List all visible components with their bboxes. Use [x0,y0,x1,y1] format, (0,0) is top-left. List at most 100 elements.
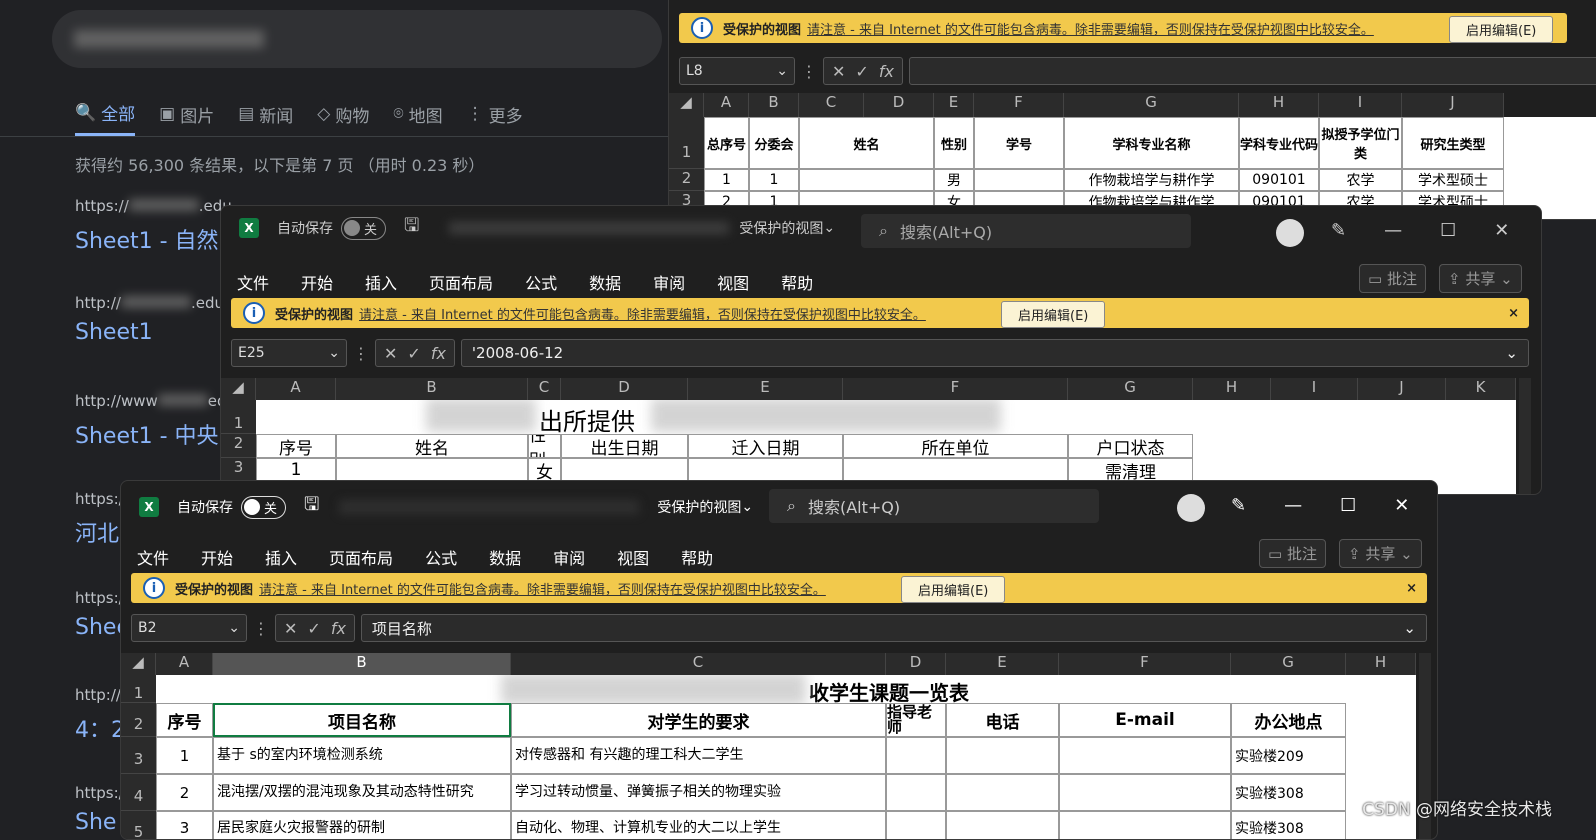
search-input[interactable]: ⌕ 搜索(Alt+Q) [769,489,1099,523]
column-header[interactable]: A [256,378,336,400]
column-header[interactable]: J [1358,378,1446,400]
row-header[interactable]: 1 [221,400,256,434]
column-header[interactable]: I [1271,378,1358,400]
menu-review[interactable]: 审阅 [637,270,701,294]
maximize-icon[interactable]: ☐ [1340,495,1356,516]
result-title[interactable]: 4：2 [75,712,125,744]
pen-icon[interactable]: ✎ [1331,220,1346,241]
search-input[interactable]: ⌕ 搜索(Alt+Q) [861,214,1191,248]
formula-input[interactable]: 项目名称 ⌄ [360,614,1427,642]
tab-images[interactable]: ▣ 图片 [159,100,214,136]
close-icon[interactable]: ✕ [1494,220,1509,241]
menu-review[interactable]: 审阅 [537,545,601,569]
column-header[interactable]: D [864,93,934,117]
menu-insert[interactable]: 插入 [349,270,413,294]
check-icon[interactable]: ✓ [307,619,320,638]
maximize-icon[interactable]: ☐ [1440,220,1456,241]
check-icon[interactable]: ✓ [855,62,868,81]
result-3[interactable]: http://wwwedu. Sheet1 - 中央 [75,392,241,450]
column-header[interactable]: H [1193,378,1271,400]
comment-button[interactable]: ▭ 批注 [1259,539,1326,568]
column-header[interactable]: K [1446,378,1516,400]
close-icon[interactable]: × [1508,306,1519,321]
cancel-icon[interactable]: ✕ [384,344,397,363]
menu-layout[interactable]: 页面布局 [413,270,509,294]
column-header[interactable]: F [1059,653,1231,675]
column-header[interactable]: A [704,93,749,117]
menu-data[interactable]: 数据 [573,270,637,294]
autosave-toggle[interactable]: 关 [241,495,287,519]
avatar[interactable] [1177,494,1205,522]
vertical-scrollbar[interactable] [1519,378,1531,494]
column-header[interactable]: B [213,653,511,675]
fx-icon[interactable]: fx [431,344,446,363]
menu-help[interactable]: 帮助 [665,545,729,569]
formula-input[interactable]: '2008-06-12 ⌄ [460,339,1529,367]
column-header[interactable]: C [799,93,864,117]
avatar[interactable] [1276,219,1304,247]
column-header[interactable]: F [843,378,1068,400]
result-2[interactable]: http://.edu. Sheet1 [75,294,229,345]
menu-formulas[interactable]: 公式 [409,545,473,569]
result-title[interactable]: Sheet1 - 中央 [75,418,241,450]
row-header[interactable]: 4 [121,774,156,811]
column-header[interactable]: G [1064,93,1239,117]
search-box[interactable] [52,10,662,68]
column-header[interactable]: A [156,653,213,675]
column-header[interactable]: F [974,93,1064,117]
column-header[interactable]: G [1231,653,1346,675]
select-all[interactable]: ◢ [121,653,156,675]
row-header[interactable]: 3 [121,737,156,774]
name-box[interactable]: L8 ⌄ [679,57,795,85]
menu-file[interactable]: 文件 [221,270,285,294]
row-header[interactable]: 2 [669,169,704,191]
pen-icon[interactable]: ✎ [1231,495,1246,516]
enable-editing-button[interactable]: 启用编辑(E) [901,576,1006,603]
share-button[interactable]: ⇪ 共享 ⌄ [1439,264,1522,293]
check-icon[interactable]: ✓ [407,344,420,363]
menu-formulas[interactable]: 公式 [509,270,573,294]
row-header[interactable]: 1 [669,117,704,169]
tab-shopping[interactable]: ◇ 购物 [317,100,369,136]
column-header[interactable]: C [511,653,886,675]
close-icon[interactable]: × [1406,581,1417,596]
tab-news[interactable]: ▤ 新闻 [238,100,293,136]
result-6[interactable]: http:// 4：2 [75,686,125,744]
select-all[interactable]: ◢ [669,93,704,117]
result-title[interactable]: Sheet1 [75,320,229,345]
result-title[interactable]: Sheet1 - 自然 [75,223,232,255]
column-header[interactable]: E [946,653,1059,675]
column-header[interactable]: J [1402,93,1504,117]
minimize-icon[interactable]: — [1284,495,1302,516]
select-all[interactable]: ◢ [221,378,256,400]
comment-button[interactable]: ▭ 批注 [1359,264,1426,293]
column-header[interactable]: E [688,378,843,400]
menu-help[interactable]: 帮助 [765,270,829,294]
save-icon[interactable]: 🖫 [404,213,419,243]
enable-editing-button[interactable]: 启用编辑(E) [1449,16,1554,43]
column-header[interactable]: G [1068,378,1193,400]
minimize-icon[interactable]: — [1384,220,1402,241]
menu-view[interactable]: 视图 [701,270,765,294]
fx-icon[interactable]: fx [331,619,346,638]
row-header[interactable]: 5 [121,811,156,839]
column-header[interactable]: I [1319,93,1402,117]
autosave-toggle[interactable]: 关 [341,216,387,240]
name-box[interactable]: E25 ⌄ [231,339,347,367]
name-box[interactable]: B2 ⌄ [131,614,247,642]
menu-layout[interactable]: 页面布局 [313,545,409,569]
save-icon[interactable]: 🖫 [304,492,319,522]
formula-input[interactable] [908,57,1596,85]
share-button[interactable]: ⇪ 共享 ⌄ [1339,539,1422,568]
cancel-icon[interactable]: ✕ [284,619,297,638]
menu-home[interactable]: 开始 [285,270,349,294]
fx-icon[interactable]: fx [879,62,894,81]
column-header[interactable]: D [886,653,946,675]
tab-all[interactable]: 🔍 全部 [75,100,136,136]
column-header[interactable]: E [934,93,974,117]
close-icon[interactable]: ✕ [1394,495,1409,516]
row-header[interactable]: 2 [121,703,156,737]
row-header[interactable]: 1 [121,675,156,703]
result-1[interactable]: https://.edu Sheet1 - 自然 [75,197,232,255]
row-header[interactable]: 3 [221,458,256,482]
